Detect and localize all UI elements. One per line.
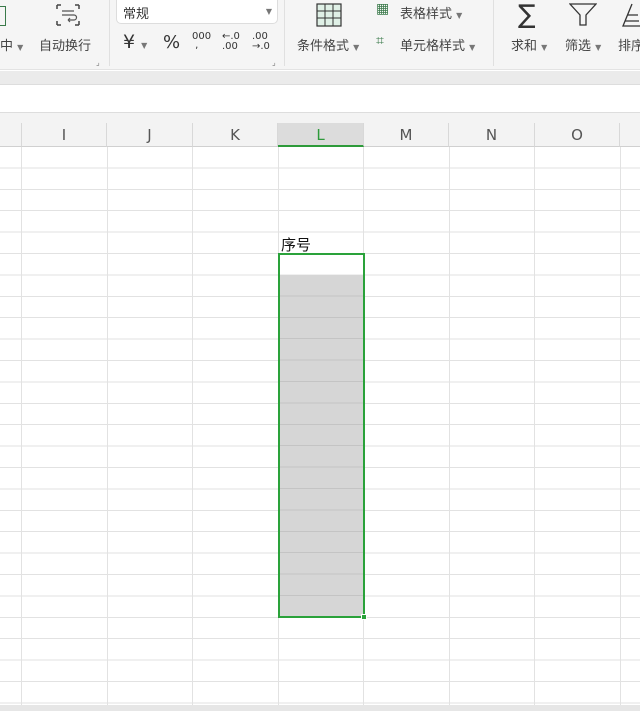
sort-icon — [622, 3, 640, 27]
divider — [109, 0, 110, 66]
filter-icon — [569, 3, 597, 27]
dialog-launcher-icon[interactable]: ⌟ — [96, 58, 100, 67]
column-header-h[interactable] — [0, 123, 22, 147]
conditional-format-label: 条件格式 — [297, 39, 350, 54]
table-style-label: 表格样式 — [400, 7, 453, 22]
divider — [284, 0, 285, 66]
column-header-p[interactable] — [620, 123, 640, 147]
table-style-icon: ▦ — [376, 1, 390, 17]
conditional-format-icon — [316, 3, 342, 27]
conditional-format-button[interactable]: 条件格式 ▼ — [297, 35, 359, 54]
decrease-decimal-button[interactable]: .00 →.0 — [252, 32, 270, 52]
column-header-i[interactable]: I — [22, 123, 107, 147]
chevron-down-icon: ▼ — [595, 43, 602, 52]
thousands-button[interactable]: 000 , — [192, 31, 212, 51]
chevron-down-icon: ▼ — [265, 7, 272, 16]
column-header-k[interactable]: K — [193, 123, 278, 147]
ribbon-bottom-band — [0, 71, 640, 85]
cell-style-button[interactable]: 单元格样式 ▼ — [400, 35, 475, 54]
wrap-text-icon — [54, 3, 82, 27]
merge-center-button[interactable]: 中 ▼ — [0, 35, 23, 54]
thousands-icon: 000 — [192, 31, 212, 42]
selection-border — [278, 253, 365, 618]
fill-handle[interactable] — [361, 614, 367, 620]
number-format-value: 常规 — [123, 7, 150, 22]
divider — [493, 0, 494, 66]
sum-icon: ∑ — [518, 0, 536, 30]
ribbon: 中 ▼ 自动换行 ⌟ 常规 ▼ ¥ ▼ % 000 , ←.0 .00 .00 →… — [0, 0, 640, 70]
wrap-text-button[interactable]: 自动换行 — [39, 35, 91, 54]
column-header-l[interactable]: L — [278, 123, 364, 147]
cell-style-label: 单元格样式 — [400, 39, 466, 54]
column-header-j[interactable]: J — [107, 123, 193, 147]
column-header-m[interactable]: M — [364, 123, 449, 147]
cell-l-header[interactable]: 序号 — [281, 234, 311, 255]
gridline — [449, 147, 450, 707]
dialog-launcher-icon[interactable]: ⌟ — [272, 58, 276, 67]
spacer — [0, 113, 640, 123]
sort-button[interactable]: 排序 — [618, 35, 640, 54]
chevron-down-icon: ▼ — [469, 43, 476, 52]
sum-label: 求和 — [511, 39, 538, 54]
chevron-down-icon: ▼ — [541, 43, 548, 52]
merge-icon — [0, 6, 6, 26]
percent-button[interactable]: % — [163, 32, 180, 53]
currency-icon: ¥ — [123, 31, 136, 53]
column-header-n[interactable]: N — [449, 123, 535, 147]
gridline — [534, 147, 535, 707]
gridline — [192, 147, 193, 707]
chevron-down-icon: ▼ — [353, 43, 360, 52]
gridline — [620, 147, 621, 707]
chevron-down-icon: ▼ — [17, 43, 24, 52]
bottom-bar — [0, 705, 640, 711]
cell-style-icon: ⌗ — [376, 33, 384, 49]
gridline — [21, 147, 22, 707]
gridline — [107, 147, 108, 707]
filter-button[interactable]: 筛选 ▼ — [565, 35, 601, 54]
filter-label: 筛选 — [565, 39, 592, 54]
column-header-o[interactable]: O — [535, 123, 620, 147]
currency-button[interactable]: ¥ ▼ — [123, 31, 147, 53]
number-format-select[interactable]: 常规 ▼ — [116, 0, 278, 24]
formula-bar[interactable] — [0, 86, 640, 113]
sum-button[interactable]: 求和 ▼ — [511, 35, 547, 54]
chevron-down-icon: ▼ — [141, 41, 148, 50]
chevron-down-icon: ▼ — [456, 11, 463, 20]
merge-center-label: 中 — [0, 39, 14, 54]
increase-decimal-button[interactable]: ←.0 .00 — [222, 32, 240, 52]
table-style-button[interactable]: 表格样式 ▼ — [400, 3, 462, 22]
